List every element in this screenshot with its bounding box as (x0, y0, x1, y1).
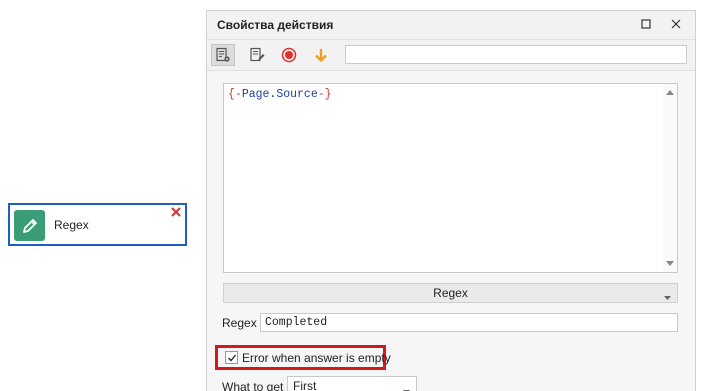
panel-toolbar (207, 39, 695, 70)
pencil-icon (14, 210, 45, 241)
mode-dropdown-value: Regex (433, 286, 468, 300)
panel-scrollbar[interactable] (689, 71, 695, 391)
arrow-down-icon[interactable] (309, 44, 333, 66)
code-source: Source (276, 88, 318, 101)
panel-title: Свойства действия (217, 18, 334, 32)
mode-dropdown[interactable]: Regex (223, 283, 678, 303)
code-page: Page (241, 88, 270, 101)
source-editor[interactable]: {-Page.Source-} (223, 83, 678, 273)
chevron-down-icon (403, 384, 410, 391)
error-checkbox-label: Error when answer is empty (242, 351, 391, 365)
code-brace-close: -} (317, 88, 332, 101)
error-option-highlight: Error when answer is empty (215, 345, 391, 370)
scroll-up-icon[interactable] (665, 87, 675, 97)
what-to-get-label: What to get (222, 380, 284, 391)
properties-icon[interactable] (211, 44, 235, 66)
record-icon[interactable] (277, 44, 301, 66)
toolbar-search-input[interactable] (345, 45, 687, 64)
maximize-icon[interactable] (639, 17, 653, 31)
close-icon[interactable] (669, 17, 683, 31)
code-brace-open: {- (228, 88, 242, 101)
panel-titlebar: Свойства действия (207, 11, 695, 39)
editor-code: {-Page.Source-} (228, 88, 332, 101)
canvas: Regex Свойства действия {-Page.Source-} … (0, 0, 702, 391)
what-to-get-value: First (293, 379, 317, 391)
what-to-get-select[interactable]: First (287, 376, 417, 391)
edit-note-icon[interactable] (245, 44, 269, 66)
action-properties-panel: Свойства действия {-Page.Source-} Regex … (206, 10, 696, 391)
action-node-label: Regex (54, 218, 89, 232)
editor-scrollbar[interactable] (663, 84, 677, 272)
panel-content: {-Page.Source-} Regex Regex Completed Er… (207, 70, 695, 391)
scroll-down-icon[interactable] (665, 259, 675, 269)
close-icon[interactable] (170, 206, 182, 218)
action-node-regex[interactable]: Regex (8, 203, 187, 246)
regex-field[interactable] (260, 313, 678, 332)
regex-label: Regex (222, 316, 257, 330)
chevron-down-icon (664, 290, 671, 304)
error-checkbox[interactable] (225, 351, 238, 364)
